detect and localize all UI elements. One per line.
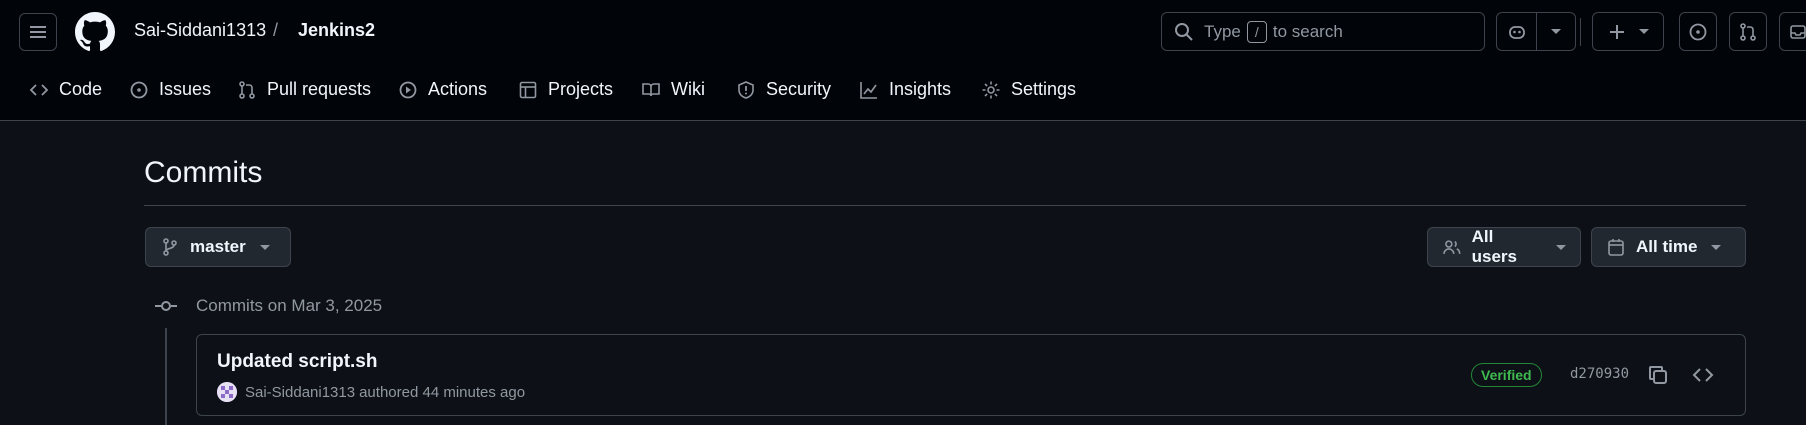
commit-time: authored 44 minutes ago — [359, 383, 526, 401]
time-filter-label: All time — [1636, 237, 1698, 256]
commit-meta: Sai-Siddani1313 authored 44 minutes ago — [217, 382, 525, 402]
commit-group-date: Commits on Mar 3, 2025 — [196, 296, 383, 315]
copilot-icon — [1508, 25, 1525, 39]
tab-security[interactable]: Security — [736, 79, 831, 100]
shield-icon — [738, 80, 754, 99]
chevron-down-icon — [1556, 244, 1566, 250]
tab-actions[interactable]: Actions — [398, 79, 487, 100]
branch-selector-button[interactable]: master — [145, 227, 291, 267]
commit-author-link[interactable]: Sai-Siddani1313 — [245, 384, 355, 401]
commit-sha-link[interactable]: d270930 — [1570, 366, 1629, 382]
avatar[interactable] — [217, 382, 237, 402]
header-divider — [1580, 18, 1581, 46]
tab-insights[interactable]: Insights — [859, 79, 951, 100]
issue-icon — [1689, 23, 1707, 40]
branch-name: master — [190, 237, 246, 256]
gear-icon — [982, 81, 1000, 98]
search-input[interactable]: Type / to search — [1161, 12, 1485, 51]
tab-label: Issues — [159, 79, 212, 99]
menu-button[interactable] — [19, 13, 57, 51]
commit-title-link[interactable]: Updated script.sh — [217, 351, 377, 373]
branch-icon — [163, 238, 177, 256]
tab-issues[interactable]: Issues — [129, 79, 211, 100]
tab-label: Projects — [548, 79, 614, 99]
people-icon — [1443, 240, 1461, 254]
commit-group-icon — [155, 301, 177, 311]
tab-label: Security — [766, 79, 832, 99]
browse-code-icon[interactable] — [1691, 363, 1715, 387]
inbox-button[interactable] — [1779, 12, 1806, 51]
tab-code[interactable]: Code — [29, 79, 102, 100]
tab-settings[interactable]: Settings — [981, 79, 1076, 100]
path-separator: / — [273, 20, 279, 40]
page-title: Commits — [144, 156, 263, 189]
search-placeholder-suffix: to search — [1272, 21, 1343, 41]
tab-label: Settings — [1011, 79, 1077, 99]
tab-label: Insights — [889, 79, 952, 99]
commit-row: Updated script.sh Sai-Siddani1313 author… — [196, 334, 1746, 416]
tab-label: Code — [59, 79, 103, 99]
avatar-identicon-icon — [217, 382, 237, 402]
timeline-line — [165, 328, 167, 425]
top-header: Sai-Siddani1313 / Jenkins2 Type / to sea… — [0, 0, 1806, 121]
tab-label: Wiki — [671, 79, 705, 99]
repo-owner-link[interactable]: Sai-Siddani1313 — [134, 20, 266, 41]
chevron-down-icon — [1711, 244, 1722, 250]
issues-button[interactable] — [1679, 12, 1717, 51]
users-filter-label: All users — [1471, 227, 1517, 266]
pull-request-icon — [239, 80, 255, 99]
users-filter-button[interactable]: All users — [1427, 227, 1581, 267]
create-new-button[interactable] — [1592, 12, 1664, 51]
copilot-dropdown[interactable] — [1537, 29, 1575, 34]
title-divider — [144, 205, 1746, 206]
github-logo-icon[interactable] — [75, 12, 115, 52]
pull-requests-button[interactable] — [1729, 12, 1767, 51]
plus-icon — [1610, 24, 1624, 39]
repo-name-link[interactable]: Jenkins2 — [298, 20, 375, 41]
play-icon — [399, 81, 417, 98]
verified-badge[interactable]: Verified — [1471, 363, 1542, 387]
repo-nav: Code Issues Pull requests Actions Projec… — [0, 69, 1806, 113]
chevron-down-icon — [259, 244, 270, 250]
issue-icon — [130, 81, 148, 98]
search-placeholder-prefix: Type — [1204, 21, 1241, 41]
copy-icon[interactable] — [1646, 363, 1670, 387]
pull-request-icon — [1740, 22, 1756, 41]
book-icon — [642, 82, 660, 96]
tab-wiki[interactable]: Wiki — [641, 79, 705, 100]
time-filter-button[interactable]: All time — [1591, 227, 1746, 267]
tab-label: Pull requests — [267, 79, 372, 99]
hamburger-icon — [30, 26, 46, 38]
tab-label: Actions — [428, 79, 488, 99]
tab-projects[interactable]: Projects — [518, 79, 613, 100]
tab-pull-requests[interactable]: Pull requests — [237, 79, 371, 100]
search-icon — [1175, 22, 1193, 41]
table-icon — [519, 81, 537, 98]
copilot-button[interactable] — [1496, 12, 1576, 51]
inbox-icon — [1790, 24, 1806, 39]
code-icon — [29, 83, 49, 96]
search-shortcut-key: / — [1246, 20, 1267, 43]
calendar-icon — [1608, 239, 1624, 256]
graph-icon — [860, 81, 877, 99]
